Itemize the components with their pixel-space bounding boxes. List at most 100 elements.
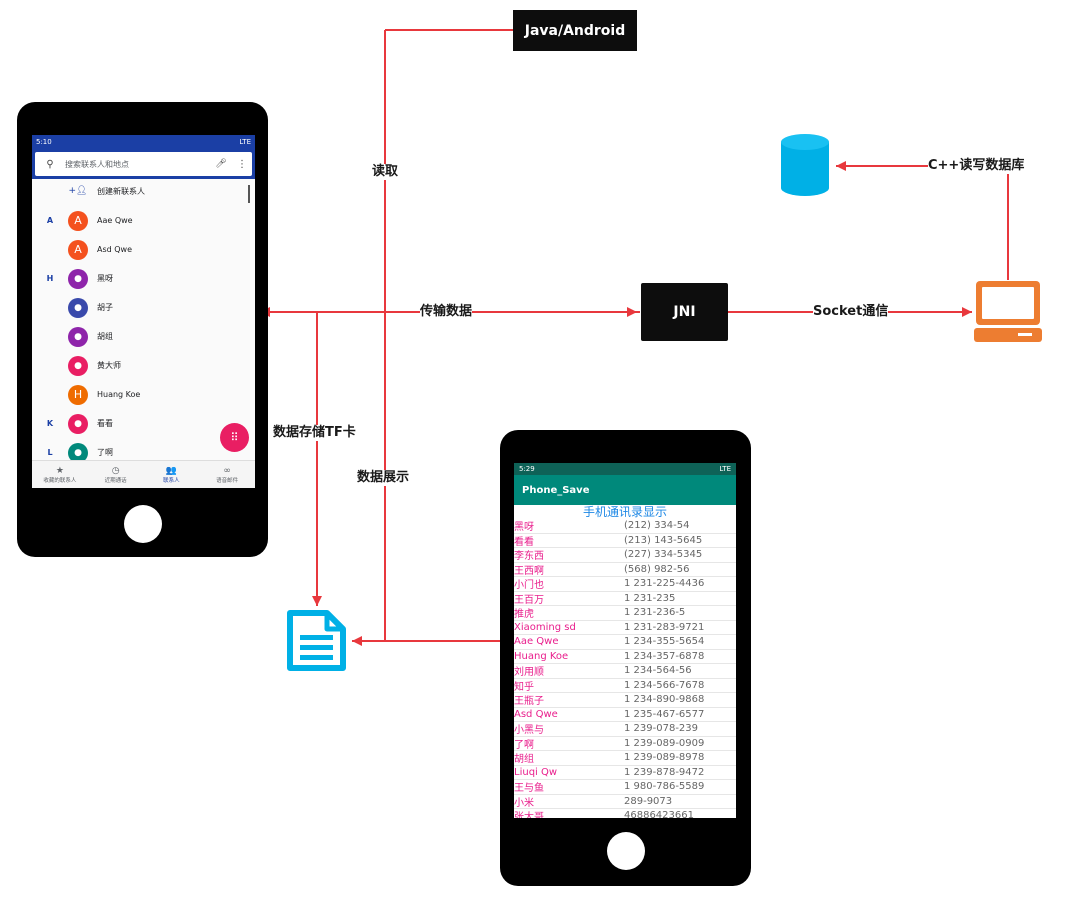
- record-name: 王与鱼: [514, 783, 544, 795]
- record-row[interactable]: Huang Koe 1 234-357-6878: [514, 650, 736, 664]
- record-name: 小门也: [514, 580, 544, 592]
- nav-icon: ∞: [223, 466, 231, 476]
- record-phone: 1 234-564-56: [624, 665, 692, 677]
- avatar: ●: [68, 355, 88, 376]
- avatar: ●: [68, 413, 88, 434]
- phone2-home-button[interactable]: [607, 832, 645, 870]
- contact-name: 胡组: [97, 332, 113, 341]
- read-label: 读取: [372, 164, 399, 180]
- computer-icon: [974, 281, 1042, 342]
- nav-icon: ◷: [111, 466, 120, 476]
- nav-tab[interactable]: ◷ 近期通话: [88, 461, 144, 488]
- scrollbar[interactable]: [248, 185, 250, 203]
- contact-row[interactable]: ● 黄大师: [32, 351, 255, 380]
- mic-icon[interactable]: 🎤︎: [210, 159, 232, 169]
- record-name: Xiaoming sd: [514, 621, 576, 633]
- record-name: 刘用顺: [514, 667, 544, 679]
- record-row[interactable]: 小黑与 1 239-078-239: [514, 722, 736, 737]
- list-title: 手机通讯录显示: [582, 505, 667, 519]
- record-phone: 289-9073: [624, 795, 673, 807]
- avatar: ●: [68, 326, 88, 347]
- phone1-home-button[interactable]: [124, 505, 162, 543]
- store-tf-label: 数据存储TF卡: [273, 425, 356, 441]
- search-placeholder: 搜索联系人和地点: [65, 159, 129, 169]
- record-row[interactable]: 黑呀 (212) 334-54: [514, 519, 736, 534]
- record-name: 李东西: [514, 551, 544, 563]
- contact-name: 了啊: [97, 448, 113, 457]
- record-row[interactable]: 小门也 1 231-225-4436: [514, 577, 736, 592]
- contact-row[interactable]: A A Aae Qwe: [32, 206, 255, 235]
- record-row[interactable]: Xiaoming sd 1 231-283-9721: [514, 621, 736, 635]
- record-row[interactable]: 张大哥 46886423661: [514, 809, 736, 818]
- contact-name: 胡子: [97, 303, 113, 312]
- record-phone: 1 239-078-239: [624, 723, 699, 735]
- nav-tab[interactable]: 👥 联系人: [144, 461, 200, 488]
- contact-row[interactable]: H ● 黑呀: [32, 264, 255, 293]
- record-phone: 1 231-236-5: [624, 607, 686, 619]
- contact-row[interactable]: ● 胡子: [32, 293, 255, 322]
- status-bar-2: 5:29 LTE: [514, 463, 736, 475]
- avatar: A: [68, 239, 88, 260]
- record-phone: 1 239-089-0909: [624, 737, 705, 749]
- create-contact-row[interactable]: +👤︎ 创建新联系人: [32, 179, 255, 203]
- record-name: 小黑与: [514, 725, 544, 737]
- record-phone: 1 239-089-8978: [624, 752, 705, 764]
- nav-tab[interactable]: ★ 收藏的联系人: [32, 461, 88, 488]
- record-name: 看看: [514, 536, 534, 548]
- nav-icon: ★: [55, 466, 64, 476]
- record-row[interactable]: Aae Qwe 1 234-355-5654: [514, 635, 736, 650]
- record-name: Asd Qwe: [514, 708, 558, 720]
- record-row[interactable]: 推虎 1 231-236-5: [514, 606, 736, 621]
- record-name: Aae Qwe: [514, 636, 559, 648]
- search-input[interactable]: ⚲ 搜索联系人和地点 🎤︎ ⋮: [35, 152, 252, 176]
- contact-row[interactable]: H Huang Koe: [32, 380, 255, 409]
- nav-tab[interactable]: ∞ 语音邮件: [199, 461, 255, 488]
- contact-row[interactable]: A Asd Qwe: [32, 235, 255, 264]
- record-phone: 1 235-467-6577: [624, 708, 705, 720]
- create-contact-label: 创建新联系人: [97, 186, 145, 196]
- record-row[interactable]: Asd Qwe 1 235-467-6577: [514, 708, 736, 722]
- avatar: A: [68, 210, 88, 231]
- record-name: 小米: [514, 797, 534, 809]
- record-phone: 46886423661: [624, 810, 694, 818]
- record-row[interactable]: 刘用顺 1 234-564-56: [514, 664, 736, 679]
- record-row[interactable]: 胡组 1 239-089-8978: [514, 751, 736, 766]
- status-network: LTE: [239, 138, 251, 146]
- status-time-2: 5:29: [519, 465, 535, 473]
- jni-box: JNI: [641, 283, 728, 341]
- record-list: 黑呀 (212) 334-54 看看 (213) 143-5645 李东西 (227) 3…: [514, 519, 736, 818]
- record-row[interactable]: 了啊 1 239-089-0909: [514, 737, 736, 751]
- record-phone: 1 234-357-6878: [624, 650, 705, 662]
- record-name: 胡组: [514, 754, 534, 766]
- more-icon[interactable]: ⋮: [232, 159, 252, 170]
- nav-label: 近期通话: [104, 478, 127, 484]
- record-name: 张大哥: [514, 812, 544, 818]
- section-letter: K: [46, 419, 54, 428]
- record-name: 王西啊: [514, 565, 544, 577]
- record-row[interactable]: Liuqi Qw 1 239-878-9472: [514, 766, 736, 780]
- record-row[interactable]: 小米 289-9073: [514, 795, 736, 809]
- dialpad-button[interactable]: ⠿: [220, 423, 249, 452]
- record-row[interactable]: 李东西 (227) 334-5345: [514, 548, 736, 563]
- record-row[interactable]: 王西啊 (568) 982-56: [514, 563, 736, 577]
- section-letter: A: [46, 216, 54, 225]
- record-phone: 1 234-355-5654: [624, 636, 705, 648]
- contact-name: 黄大师: [97, 361, 121, 370]
- contact-name: 黑呀: [97, 274, 113, 283]
- record-row[interactable]: 看看 (213) 143-5645: [514, 534, 736, 548]
- record-name: Liuqi Qw: [514, 766, 558, 778]
- contact-row[interactable]: ● 胡组: [32, 322, 255, 351]
- record-row[interactable]: 知乎 1 234-566-7678: [514, 679, 736, 693]
- record-row[interactable]: 王瓶子 1 234-890-9868: [514, 693, 736, 708]
- phone-save-screen: 5:29 LTE Phone_Save 手机通讯录显示 黑呀 (212) 334-…: [514, 463, 736, 818]
- record-row[interactable]: 王百万 1 231-235: [514, 592, 736, 606]
- record-row[interactable]: 王与鱼 1 980-786-5589: [514, 780, 736, 795]
- record-phone: 1 234-566-7678: [624, 679, 705, 691]
- nav-label: 收藏的联系人: [43, 478, 77, 484]
- record-name: 知乎: [514, 681, 534, 693]
- section-letter: L: [47, 448, 53, 457]
- record-phone: (227) 334-5345: [624, 549, 703, 561]
- record-phone: (213) 143-5645: [624, 534, 703, 546]
- nav-icon: 👥: [165, 466, 177, 476]
- contacts-screen: 5:10 LTE ⚲ 搜索联系人和地点 🎤︎ ⋮ +👤︎ 创建新联系人 A A Aa…: [32, 135, 255, 488]
